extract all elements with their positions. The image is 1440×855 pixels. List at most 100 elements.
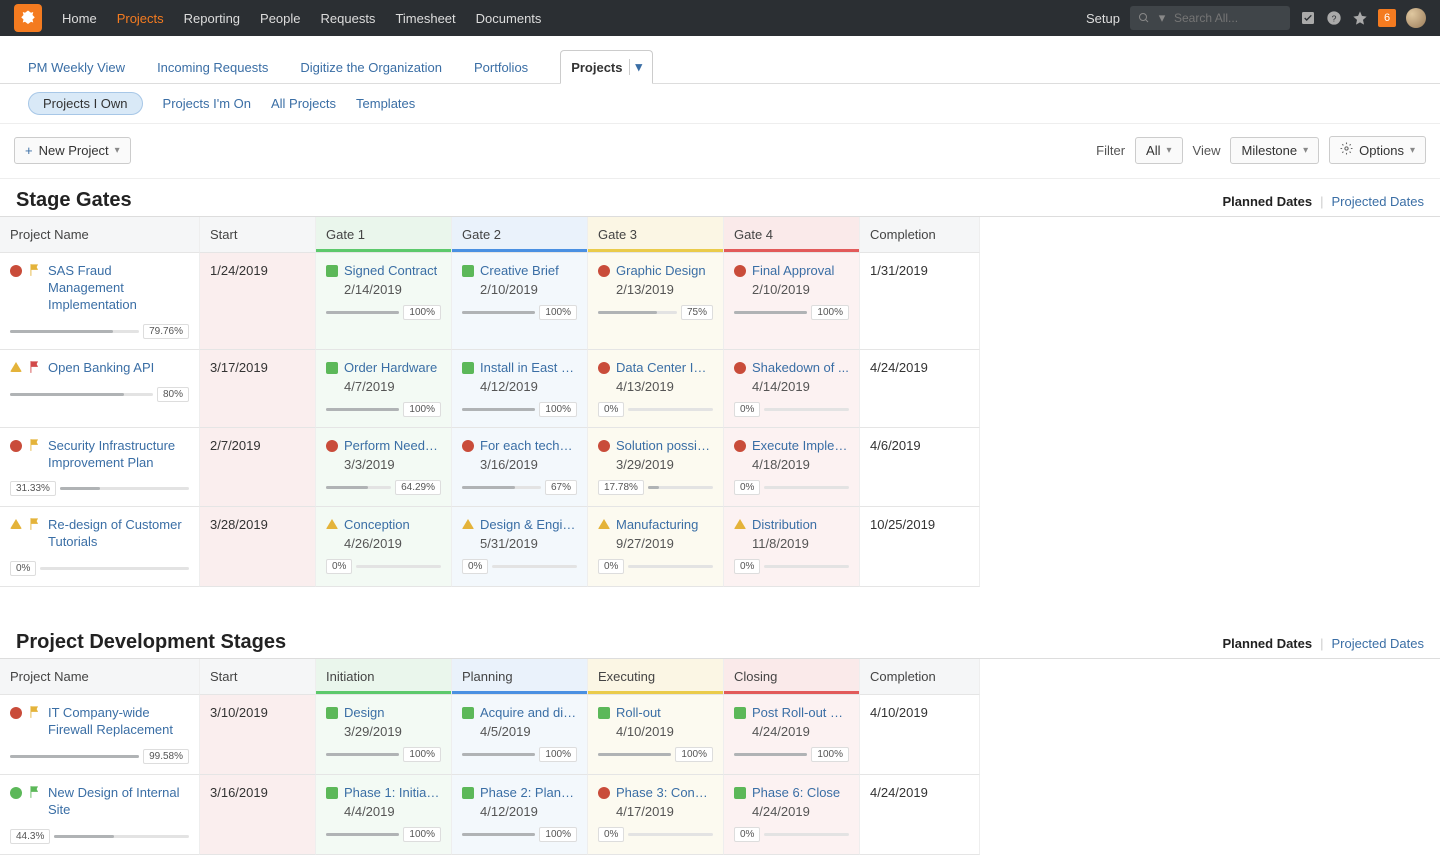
- tab-incoming-requests[interactable]: Incoming Requests: [157, 52, 268, 83]
- project-link[interactable]: Re-design of Customer Tutorials: [48, 517, 189, 551]
- col-project-name[interactable]: Project Name: [0, 659, 200, 695]
- gate-date: 5/31/2019: [480, 536, 577, 551]
- project-link[interactable]: Open Banking API: [48, 360, 154, 377]
- col-start[interactable]: Start: [200, 217, 316, 253]
- col-gate-4[interactable]: Gate 4: [724, 217, 860, 253]
- new-project-button[interactable]: + New Project ▾: [14, 137, 131, 164]
- gate-link[interactable]: Solution possibi...: [616, 438, 713, 453]
- progress-bar: 100%: [462, 747, 577, 762]
- gate-link[interactable]: Acquire and dis...: [480, 705, 577, 720]
- nav-item-home[interactable]: Home: [62, 11, 97, 26]
- col-gate-2[interactable]: Planning: [452, 659, 588, 695]
- subtab-templates[interactable]: Templates: [356, 96, 415, 111]
- nav-item-people[interactable]: People: [260, 11, 300, 26]
- project-link[interactable]: SAS Fraud Management Implementation: [48, 263, 189, 314]
- col-start[interactable]: Start: [200, 659, 316, 695]
- gate-link[interactable]: Distribution: [752, 517, 817, 532]
- tab-projects[interactable]: Projects▾: [560, 50, 653, 84]
- setup-link[interactable]: Setup: [1086, 11, 1120, 26]
- col-gate-3[interactable]: Executing: [588, 659, 724, 695]
- projected-dates-toggle[interactable]: Projected Dates: [1332, 636, 1425, 651]
- col-completion[interactable]: Completion: [860, 659, 980, 695]
- subtab-projects-i-own[interactable]: Projects I Own: [28, 92, 143, 115]
- progress-value: 0%: [10, 561, 36, 576]
- subtab-all-projects[interactable]: All Projects: [271, 96, 336, 111]
- progress-value: 0%: [326, 559, 352, 574]
- nav-item-timesheet[interactable]: Timesheet: [395, 11, 455, 26]
- status-yellow-icon: [10, 360, 22, 372]
- project-link[interactable]: IT Company-wide Firewall Replacement: [48, 705, 189, 739]
- gate-link[interactable]: Phase 3: Constr...: [616, 785, 713, 800]
- nav-item-reporting[interactable]: Reporting: [184, 11, 240, 26]
- gate-link[interactable]: Data Center Ins...: [616, 360, 713, 375]
- cell-gate-1: Order Hardware4/7/2019100%: [316, 350, 452, 428]
- col-project-name[interactable]: Project Name: [0, 217, 200, 253]
- gate-link[interactable]: Final Approval: [752, 263, 834, 278]
- view-dropdown[interactable]: Milestone▾: [1230, 137, 1319, 164]
- planned-dates-toggle[interactable]: Planned Dates: [1223, 194, 1313, 209]
- search-input[interactable]: [1174, 11, 1282, 25]
- progress-value: 100%: [811, 747, 849, 762]
- col-gate-4[interactable]: Closing: [724, 659, 860, 695]
- nav-right: Setup ▾ ? 6: [1086, 6, 1426, 30]
- notification-badge[interactable]: 6: [1378, 9, 1396, 27]
- nav-item-documents[interactable]: Documents: [476, 11, 542, 26]
- gate-link[interactable]: Post Roll-out m...: [752, 705, 849, 720]
- gate-link[interactable]: Execute Implem...: [752, 438, 849, 453]
- gate-date: 4/17/2019: [616, 804, 713, 819]
- col-gate-2[interactable]: Gate 2: [452, 217, 588, 253]
- help-icon[interactable]: ?: [1326, 10, 1342, 26]
- gate-link[interactable]: For each techn...: [480, 438, 577, 453]
- progress-value: 0%: [734, 402, 760, 417]
- app-logo[interactable]: [14, 4, 42, 32]
- status-yellow-icon: [598, 517, 610, 529]
- nav-item-requests[interactable]: Requests: [321, 11, 376, 26]
- gate-link[interactable]: Roll-out: [616, 705, 661, 720]
- gate-link[interactable]: Phase 1: Initiation: [344, 785, 441, 800]
- tab-digitize-the-organization[interactable]: Digitize the Organization: [300, 52, 442, 83]
- progress-bar: 0%: [462, 559, 577, 574]
- col-gate-1[interactable]: Gate 1: [316, 217, 452, 253]
- gate-link[interactable]: Manufacturing: [616, 517, 698, 532]
- options-button[interactable]: Options▾: [1329, 136, 1426, 164]
- tab-portfolios[interactable]: Portfolios: [474, 52, 528, 83]
- gate-link[interactable]: Design: [344, 705, 384, 720]
- table-header: Project NameStartGate 1Gate 2Gate 3Gate …: [0, 217, 1440, 253]
- gate-link[interactable]: Design & Engin...: [480, 517, 577, 532]
- tab-pm-weekly-view[interactable]: PM Weekly View: [28, 52, 125, 83]
- status-green-icon: [462, 362, 474, 374]
- project-link[interactable]: Security Infrastructure Improvement Plan: [48, 438, 189, 472]
- search-box[interactable]: ▾: [1130, 6, 1290, 30]
- gate-link[interactable]: Perform Needs ...: [344, 438, 441, 453]
- chevron-down-icon[interactable]: ▾: [629, 59, 643, 75]
- gate-link[interactable]: Order Hardware: [344, 360, 437, 375]
- star-icon[interactable]: [1352, 10, 1368, 26]
- col-completion[interactable]: Completion: [860, 217, 980, 253]
- progress-value: 0%: [598, 402, 624, 417]
- planned-dates-toggle[interactable]: Planned Dates: [1223, 636, 1313, 651]
- col-gate-1[interactable]: Initiation: [316, 659, 452, 695]
- gate-link[interactable]: Install in East C...: [480, 360, 577, 375]
- progress-bar: 0%: [598, 559, 713, 574]
- gate-link[interactable]: Conception: [344, 517, 410, 532]
- gate-link[interactable]: Phase 2: Planni...: [480, 785, 577, 800]
- nav-item-projects[interactable]: Projects: [117, 11, 164, 26]
- section-title: Stage Gates: [16, 189, 1223, 212]
- cell-completion: 4/6/2019: [860, 428, 980, 508]
- project-link[interactable]: New Design of Internal Site: [48, 785, 189, 819]
- col-gate-3[interactable]: Gate 3: [588, 217, 724, 253]
- gate-link[interactable]: Shakedown of ...: [752, 360, 849, 375]
- checkbox-icon[interactable]: [1300, 10, 1316, 26]
- progress-value: 44.3%: [10, 829, 50, 844]
- gate-link[interactable]: Phase 6: Close: [752, 785, 840, 800]
- gate-link[interactable]: Creative Brief: [480, 263, 559, 278]
- status-red-icon: [10, 265, 22, 277]
- projected-dates-toggle[interactable]: Projected Dates: [1332, 194, 1425, 209]
- gate-link[interactable]: Signed Contract: [344, 263, 437, 278]
- filter-dropdown[interactable]: All▾: [1135, 137, 1182, 164]
- status-red-icon: [598, 787, 610, 799]
- subtab-projects-i-m-on[interactable]: Projects I'm On: [163, 96, 251, 111]
- gate-link[interactable]: Graphic Design: [616, 263, 706, 278]
- user-avatar[interactable]: [1406, 8, 1426, 28]
- progress-value: 75%: [681, 305, 713, 320]
